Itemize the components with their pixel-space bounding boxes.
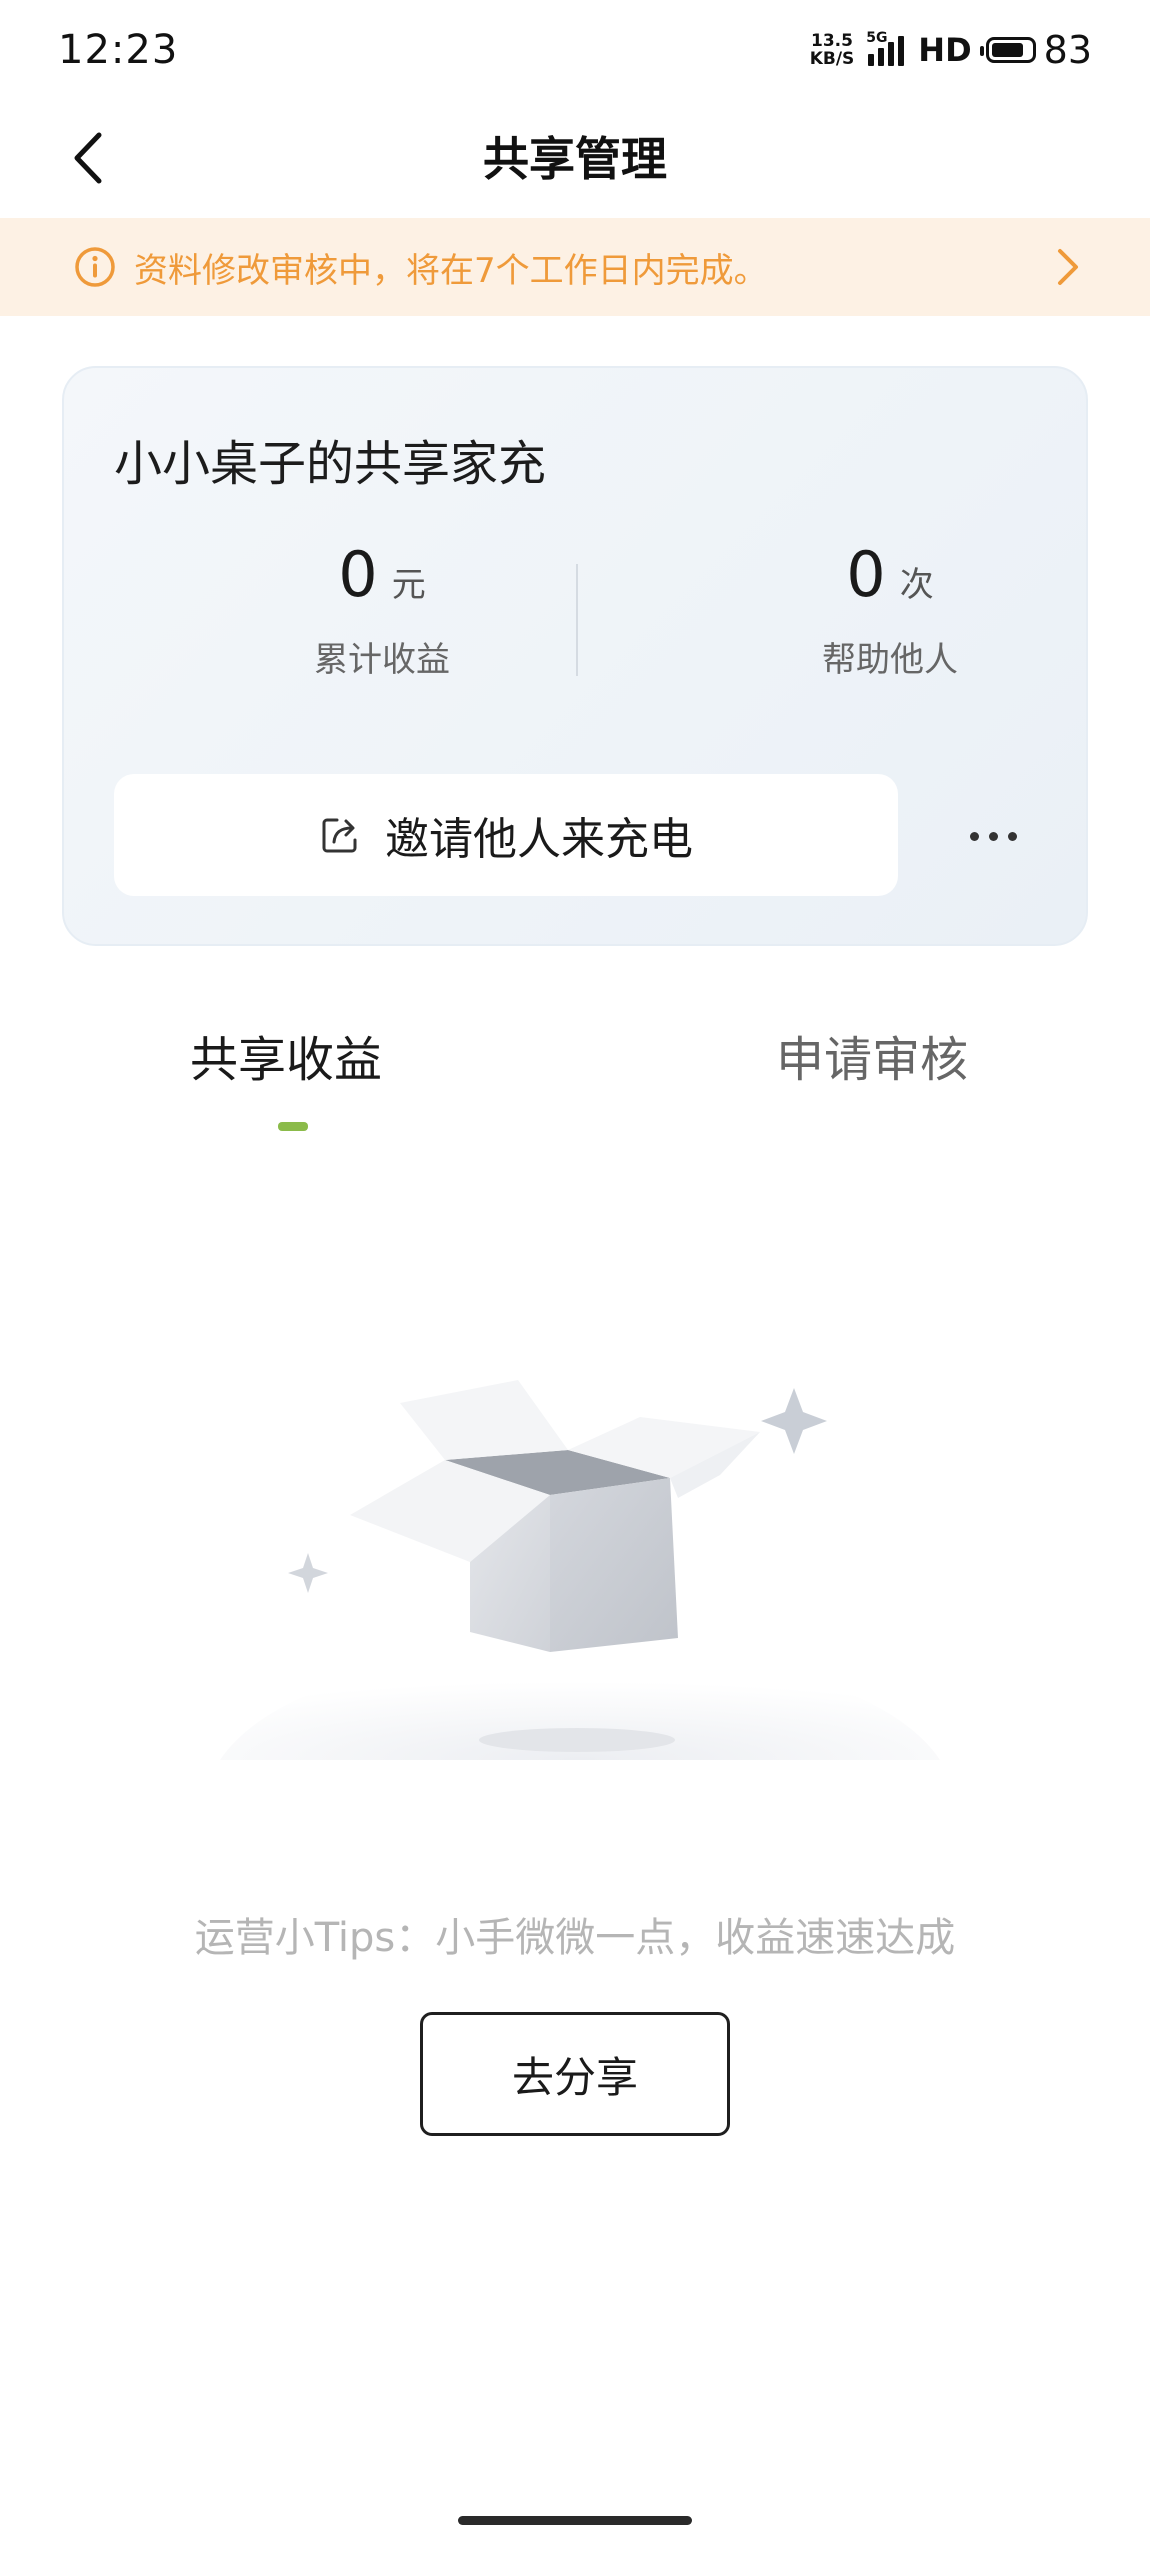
stat-unit: 元: [391, 565, 426, 605]
network-speed: 13.5 KB/S: [810, 32, 855, 68]
tab-shared-earnings[interactable]: 共享收益: [190, 1020, 382, 1090]
chevron-right-icon: [1058, 249, 1078, 285]
share-icon: [322, 818, 357, 853]
screen: 12:23 13.5 KB/S 5G HD 83 共享管理 资料修改审核中，将在…: [0, 0, 1150, 2556]
stat-divider: [576, 564, 578, 676]
network-speed-value: 13.5: [811, 31, 853, 51]
home-indicator[interactable]: [458, 2516, 692, 2525]
notice-text: 资料修改审核中，将在7个工作日内完成。: [134, 250, 768, 291]
tips-text: 运营小Tips：小手微微一点，收益速速达成: [194, 1915, 956, 1961]
stat-unit: 次: [899, 565, 934, 605]
status-bar: 12:23 13.5 KB/S 5G HD 83: [0, 0, 1150, 100]
invite-charge-button[interactable]: 邀请他人来充电: [114, 774, 898, 896]
page-title: 共享管理: [483, 132, 667, 186]
review-notice-banner[interactable]: 资料修改审核中，将在7个工作日内完成。: [0, 218, 1150, 316]
network-speed-unit: KB/S: [809, 49, 855, 69]
empty-box-illustration: [220, 1380, 940, 1760]
battery-level: 83: [1043, 28, 1092, 72]
active-tab-indicator: [278, 1122, 308, 1131]
battery-fill: [991, 43, 1024, 57]
network-type: 5G: [866, 30, 888, 46]
stat-value: 0: [338, 538, 378, 611]
more-dots-icon[interactable]: [948, 806, 1038, 866]
stat-helped-others: 0 次 帮助他人: [690, 538, 1090, 681]
stat-total-earnings: 0 元 累计收益: [182, 538, 582, 681]
tab-application-review[interactable]: 申请审核: [776, 1020, 968, 1090]
stat-value: 0: [846, 538, 886, 611]
stats-row: 0 元 累计收益 0 次 帮助他人: [64, 538, 1086, 688]
status-icons: 13.5 KB/S 5G HD 83: [810, 28, 1092, 72]
hd-label: HD: [918, 31, 972, 69]
invite-button-label: 邀请他人来充电: [385, 814, 693, 865]
battery-icon: [979, 37, 1036, 63]
status-time: 12:23: [58, 27, 179, 73]
go-share-button[interactable]: 去分享: [420, 2012, 730, 2136]
battery-indicator: 83: [979, 28, 1092, 72]
nav-header: 共享管理: [0, 100, 1150, 218]
info-icon: [75, 247, 115, 287]
stat-label: 帮助他人: [822, 640, 958, 680]
card-title: 小小桌子的共享家充: [114, 436, 547, 492]
signal-icon: 5G: [866, 30, 905, 66]
stat-label: 累计收益: [314, 640, 450, 680]
shared-charger-card: 小小桌子的共享家充 0 元 累计收益 0 次 帮助他人 邀请他人来充电: [62, 366, 1088, 946]
tab-bar: 共享收益 申请审核: [0, 1020, 1150, 1140]
